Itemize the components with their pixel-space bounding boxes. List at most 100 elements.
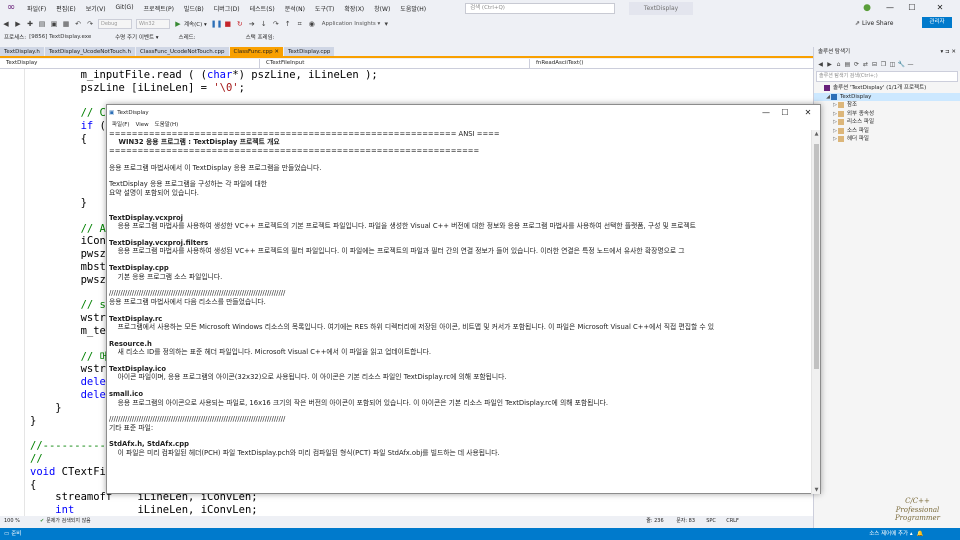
menu-item-4[interactable]: 프로젝트(P)	[139, 4, 179, 13]
tree-item[interactable]: ▷ 소스 파일	[814, 127, 960, 136]
issues-status[interactable]: 문제가 검색되지 않음	[46, 516, 646, 526]
lifecycle-events-label[interactable]: 수명 주기 이벤트 ▾	[115, 33, 158, 41]
scroll-down-icon[interactable]: ▼	[812, 487, 821, 493]
pane-options-icon[interactable]: ▾ ⊐ ✕	[941, 47, 960, 58]
menu-item-9[interactable]: 도구(T)	[310, 4, 339, 13]
back-icon[interactable]: ◀	[816, 60, 825, 69]
code-line[interactable]: int iLineLen, iConvLen;	[30, 504, 378, 516]
continue-button[interactable]: 계속(C) ▾	[184, 20, 207, 28]
menu-item-6[interactable]: 디버그(D)	[209, 4, 245, 13]
pending-changes-icon[interactable]: ⟳	[852, 60, 861, 69]
platform-select[interactable]: Win32	[136, 18, 170, 29]
maximize-button[interactable]: ☐	[902, 0, 922, 16]
search-input[interactable]: 검색 (Ctrl+Q)	[465, 2, 616, 14]
step-over-icon[interactable]: ↷	[271, 19, 281, 29]
menu-item-0[interactable]: 파일(F)	[22, 4, 51, 13]
hex-icon[interactable]: ⌗	[295, 19, 305, 29]
app-text-content[interactable]: ========================================…	[108, 130, 811, 490]
text-line: 응용 프로그램 마법사에서 다음 리소스를 만들었습니다.	[109, 297, 266, 306]
collapse-all-icon[interactable]: ⊟	[870, 60, 879, 69]
tree-item[interactable]: 솔루션 'TextDisplay' (1/1개 프로젝트)	[814, 84, 960, 93]
open-icon[interactable]: ▤	[37, 19, 47, 29]
account-icon[interactable]: ●	[857, 0, 877, 16]
continue-icon[interactable]: ▶	[173, 19, 183, 29]
menu-item-5[interactable]: 빌드(B)	[179, 4, 209, 13]
notification-icon[interactable]: 🔔	[913, 528, 924, 540]
breakpoint-icon[interactable]: ◉	[307, 19, 317, 29]
menu-item-3[interactable]: Git(G)	[111, 4, 139, 13]
source-control-button[interactable]: 소스 제어에 추가 ▴	[869, 528, 912, 540]
forward-icon[interactable]: ▶	[13, 19, 23, 29]
app-menu-item-1[interactable]: View	[133, 120, 152, 130]
tree-item[interactable]: ◢ TextDisplay	[814, 92, 960, 101]
scroll-up-icon[interactable]: ▲	[812, 131, 821, 137]
pause-icon[interactable]: ❚❚	[211, 19, 223, 29]
member-dropdown[interactable]: fnReadAsciiText()	[530, 59, 813, 68]
text-line	[109, 331, 811, 339]
class-dropdown[interactable]: CTextFileInput	[260, 59, 530, 68]
indent-mode[interactable]: SPC	[706, 516, 726, 526]
tree-item[interactable]: ▷ 외부 종속성	[814, 110, 960, 119]
step-into-icon[interactable]: ↓	[259, 19, 269, 29]
live-share-button[interactable]: ⇗ Live Share	[855, 16, 893, 31]
tree-item[interactable]: ▷ 참조	[814, 101, 960, 110]
show-next-statement-icon[interactable]: ➔	[247, 19, 257, 29]
app-menu-item-0[interactable]: 파일(F)	[109, 120, 133, 130]
app-maximize-button[interactable]: ☐	[773, 105, 797, 120]
solution-search-input[interactable]: 솔루션 탐색기 검색(Ctrl+;)	[816, 71, 958, 82]
tab-4[interactable]: TextDisplay.cpp	[283, 47, 335, 56]
preview-icon[interactable]: ◫	[888, 60, 897, 69]
new-file-icon[interactable]: ✚	[25, 19, 35, 29]
scroll-thumb[interactable]	[814, 144, 819, 369]
tab-0[interactable]: TextDisplay.h	[0, 47, 44, 56]
redo-icon[interactable]: ↷	[85, 19, 95, 29]
process-select[interactable]: [9856] TextDisplay.exe	[29, 34, 109, 40]
step-out-icon[interactable]: ↑	[283, 19, 293, 29]
text-line	[109, 306, 811, 314]
menu-item-11[interactable]: 창(W)	[369, 4, 395, 13]
app-vertical-scrollbar[interactable]: ▲ ▼	[811, 130, 820, 494]
properties-icon[interactable]: 🔧	[897, 60, 906, 69]
menu-item-8[interactable]: 분석(N)	[280, 4, 310, 13]
home-icon[interactable]: ⌂	[834, 60, 843, 69]
text-line: TextDisplay.rc	[109, 314, 163, 323]
app-close-button[interactable]: ✕	[796, 105, 820, 120]
code-line[interactable]: m_inputFile.read ( (char*) pszLine, iLin…	[30, 69, 378, 82]
undo-icon[interactable]: ↶	[73, 19, 83, 29]
save-icon[interactable]: ▣	[49, 19, 59, 29]
tab-1[interactable]: TextDisplay_UcodeNotTouch.h	[44, 47, 135, 56]
save-all-icon[interactable]: ▦	[61, 19, 71, 29]
tab-2[interactable]: ClassFunc_UcodeNotTouch.cpp	[135, 47, 229, 56]
sync-icon[interactable]: ⇄	[861, 60, 870, 69]
code-line[interactable]: pszLine [iLineLen] = '\0';	[30, 82, 378, 95]
insights-button[interactable]: Application Insights ▾	[322, 21, 381, 27]
switch-views-icon[interactable]: ▤	[843, 60, 852, 69]
tree-item[interactable]: ▷ 헤더 파일	[814, 135, 960, 144]
show-all-files-icon[interactable]: ❐	[879, 60, 888, 69]
menu-item-7[interactable]: 테스트(S)	[245, 4, 280, 13]
toolbar-extra-icon[interactable]: ▾	[381, 19, 391, 29]
watermark-line: Programmer	[894, 514, 941, 522]
minimize-button[interactable]: —	[880, 0, 900, 16]
watermark-logo: C/C++ Professional Programmer	[880, 497, 955, 527]
back-icon[interactable]: ◀	[1, 19, 11, 29]
more-icon[interactable]: —	[906, 60, 915, 69]
tab-3[interactable]: ClassFunc.cpp ✕	[229, 47, 283, 56]
app-menu-item-2[interactable]: 도움말(H)	[152, 120, 182, 130]
menu-item-12[interactable]: 도움말(H)	[395, 4, 431, 13]
project-dropdown[interactable]: TextDisplay	[0, 59, 260, 68]
zoom-level[interactable]: 100 %	[0, 516, 40, 526]
line-ending[interactable]: CRLF	[726, 516, 751, 526]
close-button[interactable]: ✕	[930, 0, 950, 16]
restart-icon[interactable]: ↻	[235, 19, 245, 29]
forward-icon[interactable]: ▶	[825, 60, 834, 69]
menu-item-1[interactable]: 편집(E)	[51, 4, 81, 13]
configuration-select[interactable]: Debug	[98, 18, 132, 29]
stop-icon[interactable]: ■	[223, 19, 233, 29]
tree-item[interactable]: ▷ 리소스 파일	[814, 118, 960, 127]
menu-item-2[interactable]: 보기(V)	[81, 4, 111, 13]
menu-item-10[interactable]: 확장(X)	[339, 4, 369, 13]
watermark-line: C/C++	[905, 497, 930, 505]
